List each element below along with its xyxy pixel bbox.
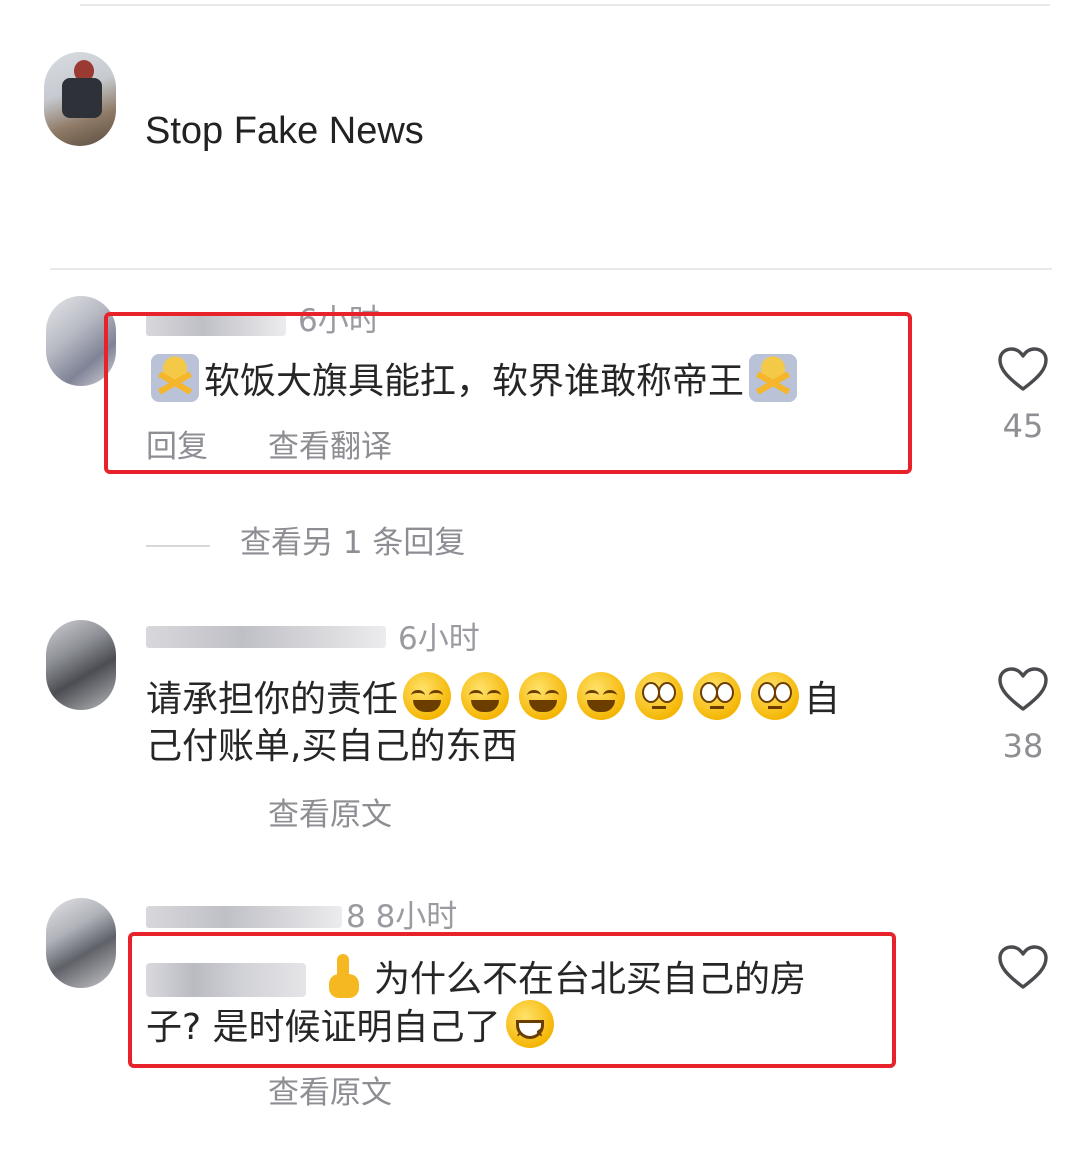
post-author-avatar[interactable] <box>44 52 116 146</box>
comment-2-time: 6小时 <box>398 621 480 657</box>
post-divider <box>50 268 1052 270</box>
comment-1-text: 软饭大旗具能扛，软界谁敢称帝王 <box>146 354 802 407</box>
face-with-tears-of-joy-icon <box>577 672 626 720</box>
face-with-tears-of-joy-icon <box>519 672 568 720</box>
view-replies-line <box>146 545 210 547</box>
comment-3-text-line-1: 为什么不在台北买自己的房 <box>146 952 806 1005</box>
comment-2-text-line-2: 己付账单,买自己的东西 <box>146 726 518 767</box>
comment-1-reply-button[interactable]: 回复 <box>146 432 208 463</box>
face-with-rolling-eyes-icon <box>693 672 742 720</box>
top-divider <box>80 4 1050 6</box>
grinning-squinting-face-icon <box>505 1000 554 1056</box>
comment-2-view-original-button[interactable]: 查看原文 <box>268 800 392 831</box>
comment-3-username[interactable] <box>146 906 342 928</box>
comment-1-like-icon[interactable] <box>997 346 1049 392</box>
comment-3-avatar[interactable] <box>46 898 116 988</box>
backhand-index-pointing-up-icon <box>321 952 369 1000</box>
person-gesturing-no-icon <box>151 354 199 402</box>
comment-2-avatar[interactable] <box>46 620 116 710</box>
comment-2-text-line-1: 请承担你的责任自 <box>146 672 840 725</box>
face-with-rolling-eyes-icon <box>635 672 684 720</box>
comment-3-view-original-button[interactable]: 查看原文 <box>268 1078 392 1109</box>
face-with-tears-of-joy-icon <box>461 672 510 720</box>
comment-2-like-count: 38 <box>1002 727 1044 765</box>
comment-3-time: 8 8小时 <box>346 899 458 935</box>
comment-1-translate-button[interactable]: 查看翻译 <box>268 432 392 463</box>
face-with-rolling-eyes-icon <box>751 672 800 720</box>
comment-2-username[interactable] <box>146 626 386 648</box>
comment-3-text-line-2: 子? 是时候证明自己了 <box>146 1000 559 1056</box>
comment-3-like-icon[interactable] <box>997 944 1049 990</box>
post-title: Stop Fake News <box>145 110 424 152</box>
view-more-replies-button[interactable]: 查看另 1 条回复 <box>240 528 465 559</box>
face-with-tears-of-joy-icon <box>403 672 452 720</box>
comment-1-like-count: 45 <box>1002 407 1044 445</box>
person-gesturing-no-icon <box>749 354 798 402</box>
mentioned-user-blurred[interactable] <box>146 963 306 997</box>
comment-2-like-icon[interactable] <box>997 666 1049 712</box>
